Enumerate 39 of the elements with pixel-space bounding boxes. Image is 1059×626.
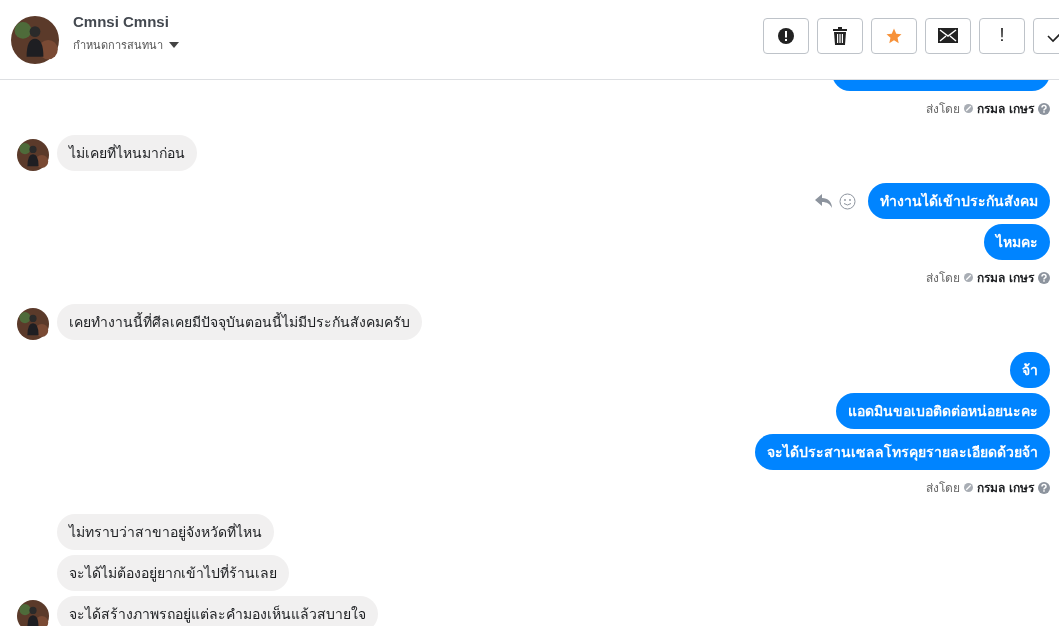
message-bubble: จะได้ไม่ต้องอยู่ยากเข้าไปที่ร้านเลย (57, 555, 289, 591)
message-bubble: ทำงานได้เข้าประกันสังคม (868, 183, 1050, 219)
avatar (17, 139, 49, 171)
help-icon[interactable] (1038, 102, 1050, 115)
avatar (17, 600, 49, 626)
message-bubble: จ้า (1010, 352, 1050, 388)
sender-name: กรมล เกษร (976, 270, 1034, 287)
trash-icon (832, 26, 848, 45)
important-button[interactable]: ! (979, 17, 1025, 54)
star-button[interactable] (871, 17, 917, 54)
sender-name: กรมล เกษร (976, 101, 1034, 118)
avatar (11, 15, 59, 64)
envelope-icon (938, 28, 958, 43)
report-button[interactable] (763, 17, 809, 54)
sent-by-label: ส่งโดย (925, 101, 960, 118)
help-icon[interactable] (1038, 481, 1050, 494)
message-bubble: เคยทำงานนี้ที่ศีลเคยมีปัจจุบันตอนนี้ไม่มีประกันสังคมครับ (57, 304, 422, 340)
message-bubble: จะได้ประสานเซลลโทรคุยรายละเอียดด้วยจ้า (755, 434, 1050, 470)
avatar (17, 308, 49, 340)
alert-icon (777, 26, 795, 45)
sent-by-label: ส่งโดย (925, 270, 960, 287)
delete-button[interactable] (817, 17, 863, 54)
sent-by-label: ส่งโดย (925, 480, 960, 497)
caret-icon[interactable] (169, 42, 179, 48)
mail-button[interactable] (925, 17, 971, 54)
sender-name: กรมล เกษร (976, 480, 1034, 497)
message-bubble: จะได้สร้างภาพรถอยู่แต่ละคำมองเห็นแล้วสบายใจ (57, 596, 378, 626)
reply-icon[interactable] (815, 193, 833, 209)
verified-icon (963, 273, 973, 282)
message-bubble: แอดมินขอเบอติดต่อหน่อยนะคะ (836, 393, 1050, 429)
help-icon[interactable] (1038, 271, 1050, 284)
verified-icon (963, 104, 973, 113)
message-bubble: ไม่ทราบว่าสาขาอยู่จังหวัดที่ไหน (57, 514, 274, 550)
contact-name: Cmnsi Cmnsi (73, 13, 170, 30)
message-bubble: ไม่เคยที่ไหนมาก่อน (57, 135, 197, 171)
smiley-icon[interactable] (839, 192, 856, 210)
message-bubble: ไหมคะ (984, 224, 1050, 260)
conversation-settings-link[interactable]: กำหนดการสนทนา (73, 36, 163, 54)
verified-icon (963, 483, 973, 492)
